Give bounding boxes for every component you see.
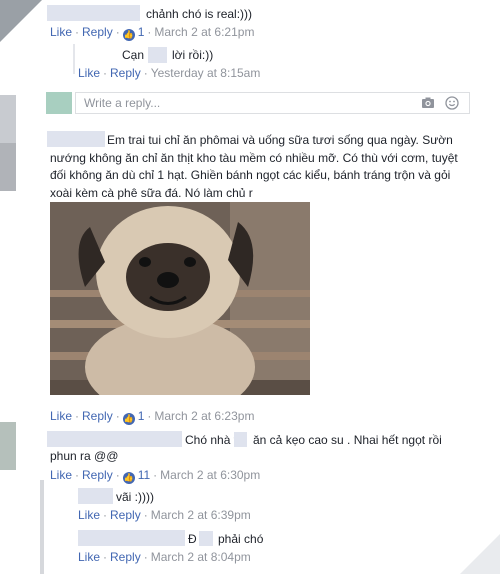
reply-link[interactable]: Reply (82, 25, 113, 39)
comment-actions: Like · Reply · March 2 at 8:04pm (78, 550, 251, 564)
comment-actions: Like · Reply · 👍 1 · March 2 at 6:21pm (50, 25, 255, 41)
right-edge-decoration (460, 534, 500, 574)
like-link[interactable]: Like (78, 550, 100, 564)
thumbs-up-icon: 👍 (122, 29, 135, 41)
comment-actions: Like · Reply · March 2 at 6:39pm (78, 508, 251, 522)
comment-text-part-b: phải chó (218, 532, 264, 546)
comment-text: vãi :)))) (116, 490, 154, 504)
redacted-author-name (78, 530, 185, 546)
redacted-author-name (78, 488, 113, 504)
comment-text-part-a: Chó nhà t (185, 433, 238, 447)
avatar (73, 44, 75, 74)
like-count[interactable]: 1 (138, 409, 145, 423)
timestamp[interactable]: March 2 at 6:39pm (151, 508, 251, 522)
left-edge-corner (0, 0, 42, 42)
reply-box (75, 92, 470, 114)
comment-text-part-b: ăn cả kẹo cao su . Nhai hết ngọt rồi (253, 433, 442, 447)
smiley-icon[interactable] (445, 96, 459, 110)
reply-link[interactable]: Reply (82, 409, 113, 423)
timestamp[interactable]: March 2 at 6:21pm (154, 25, 254, 39)
reply-link[interactable]: Reply (110, 550, 141, 564)
comment-text: chảnh chó is real:))) (146, 7, 253, 21)
comment-text-part-a: Đ (188, 532, 197, 546)
comment-actions: Like · Reply · 👍 1 · March 2 at 6:23pm (50, 409, 255, 425)
comment-text: Em trai tui chỉ ăn phômai và uống sữa tư… (50, 133, 458, 200)
thumbs-up-icon: 👍 (122, 413, 135, 425)
comment-text-part-b: lời rồi:)) (172, 48, 214, 62)
comment-actions: Like · Reply · Yesterday at 8:15am (78, 66, 261, 80)
timestamp[interactable]: March 2 at 8:04pm (151, 550, 251, 564)
like-link[interactable]: Like (50, 409, 72, 423)
reply-avatar (46, 92, 72, 114)
redacted-word (199, 531, 213, 546)
redacted-word (148, 47, 167, 63)
redacted-word (234, 432, 247, 447)
reply-link[interactable]: Reply (82, 468, 113, 482)
left-edge-avatar-3 (0, 422, 16, 470)
reply-input[interactable] (76, 93, 376, 113)
left-edge-avatar-2 (0, 143, 16, 191)
comment-text-part-c: phun ra @@ (50, 449, 119, 463)
left-edge-avatar-1 (0, 95, 16, 143)
comment-text-part-a: Cạn (122, 48, 145, 62)
timestamp[interactable]: Yesterday at 8:15am (151, 66, 261, 80)
like-link[interactable]: Like (78, 508, 100, 522)
like-link[interactable]: Like (50, 468, 72, 482)
reply-link[interactable]: Reply (110, 508, 141, 522)
like-count[interactable]: 1 (138, 25, 145, 39)
like-link[interactable]: Like (50, 25, 72, 39)
redacted-author-name (47, 5, 140, 21)
timestamp[interactable]: March 2 at 6:23pm (154, 409, 254, 423)
redacted-author-name (47, 431, 182, 447)
left-edge-bar (40, 480, 44, 574)
dog-photo[interactable] (50, 202, 310, 395)
like-link[interactable]: Like (78, 66, 100, 80)
thumbs-up-icon: 👍 (122, 472, 135, 484)
camera-icon[interactable] (421, 96, 435, 110)
reply-link[interactable]: Reply (110, 66, 141, 80)
timestamp[interactable]: March 2 at 6:30pm (160, 468, 260, 482)
comment-actions: Like · Reply · 👍 11 · March 2 at 6:30pm (50, 468, 261, 484)
like-count[interactable]: 11 (138, 468, 150, 482)
